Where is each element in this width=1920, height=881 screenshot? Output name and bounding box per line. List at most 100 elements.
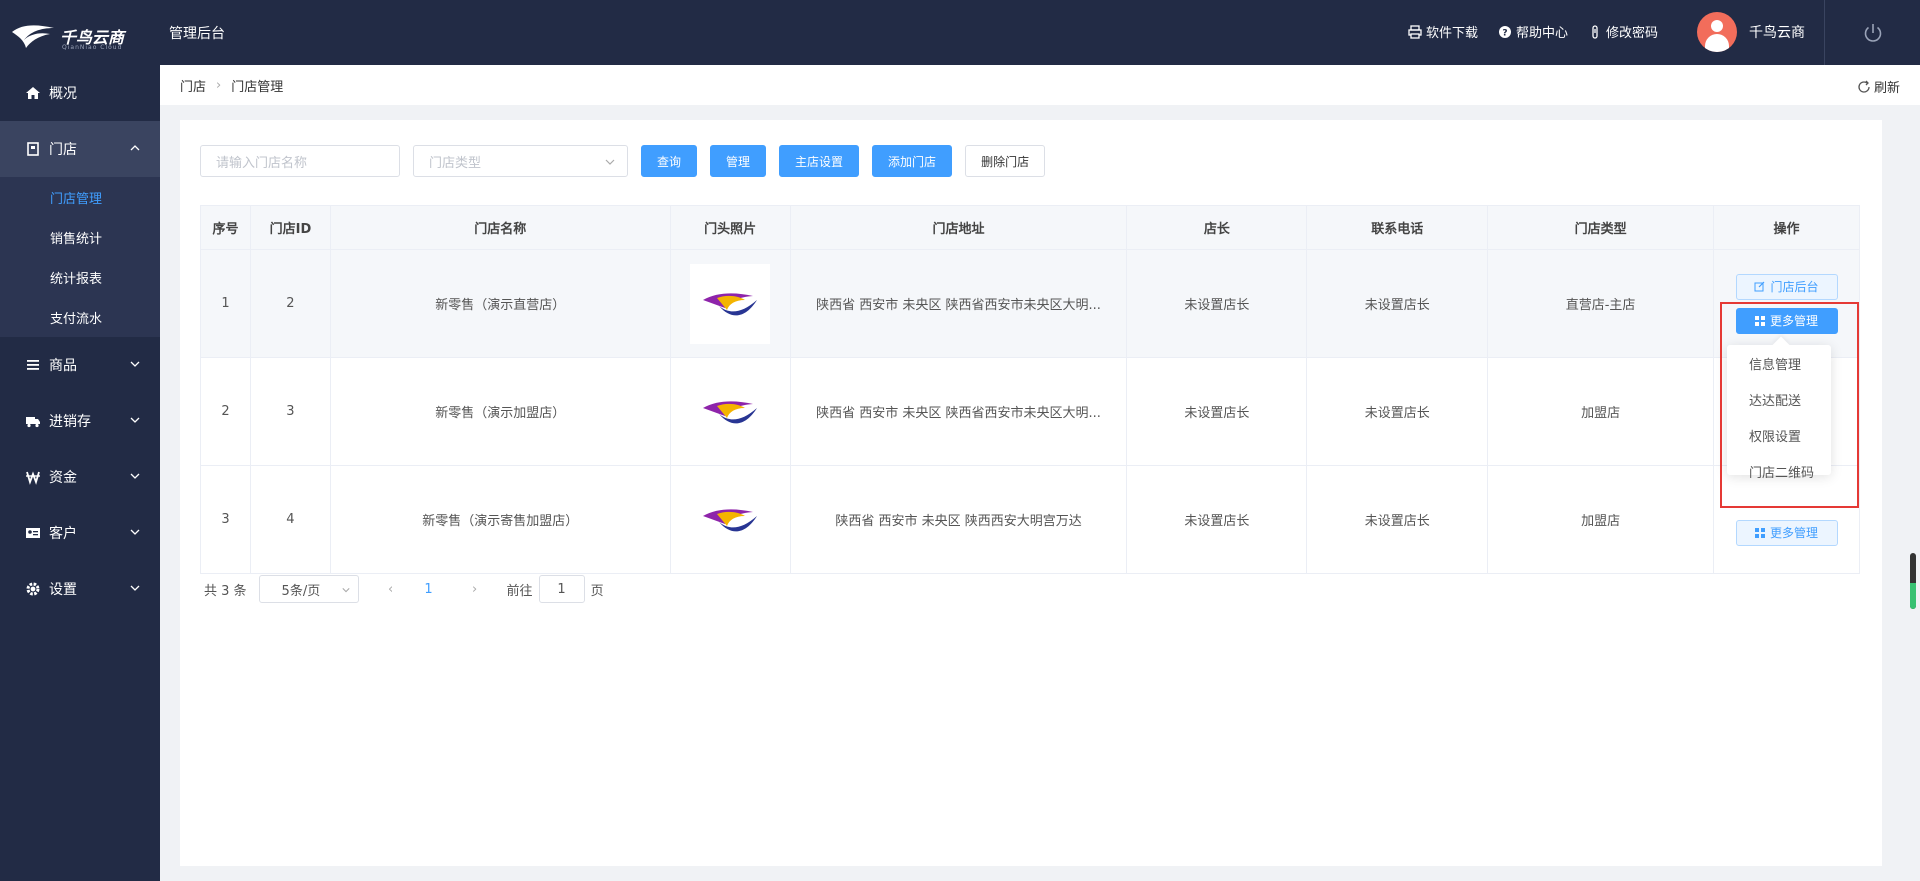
dropdown-item-store-qrcode[interactable]: 门店二维码 [1727,453,1831,489]
breadcrumb-separator-icon: › [216,77,222,93]
sidebar-item-overview[interactable]: 概况 [0,65,160,121]
cell-type: 直营店-主店 [1487,249,1714,358]
cell-type: 加盟店 [1487,465,1714,574]
table-row: 3 4 新零售（演示寄售加盟店） 陕西省 西安市 未央区 陕西西安大明宫万达 未… [200,465,1860,574]
chevron-down-icon [130,417,140,423]
store-type-placeholder: 门店类型 [429,155,482,171]
header-actions: 操作 [1713,205,1860,250]
software-download-label: 软件下载 [1425,26,1478,41]
sidebar-item-label: 客户 [49,526,77,542]
store-submenu: 门店管理 销售统计 统计报表 支付流水 [0,177,160,337]
store-backend-button[interactable]: 门店后台 [1735,273,1838,300]
bird-logo-image [703,508,758,531]
sidebar-item-goods[interactable]: 商品 [0,337,160,393]
cell-type: 加盟店 [1487,357,1714,466]
user-menu[interactable]: 千鸟云商 [1697,12,1805,52]
id-card-icon [25,525,41,541]
header-manager: 店长 [1126,205,1308,250]
header-address: 门店地址 [789,205,1128,250]
sidebar-item-settings[interactable]: 设置 [0,561,160,617]
sidebar-item-inventory[interactable]: 进销存 [0,393,160,449]
store-type-select[interactable]: 门店类型 [413,145,628,177]
cell-store-id: 3 [249,357,331,466]
sidebar-subitem-reports[interactable]: 统计报表 [0,257,160,297]
top-header: 千鸟云商 QianNiao Cloud 管理后台 软件下载 ? 帮助中心 修改密… [0,0,1920,65]
more-management-button[interactable]: 更多管理 [1735,519,1838,546]
sidebar-subitem-payment-flow[interactable]: 支付流水 [0,297,160,337]
top-links: 软件下载 ? 帮助中心 修改密码 [1408,22,1658,41]
chevron-down-icon [130,529,140,535]
header-phone: 联系电话 [1306,205,1489,250]
cell-index: 1 [200,249,251,358]
home-icon [25,85,41,101]
goto-page-input[interactable]: 1 [538,575,585,603]
header-photo: 门头照片 [669,205,791,250]
chevron-up-icon [130,145,140,151]
page-size-select[interactable]: 5条/页 [258,575,359,603]
help-center-link[interactable]: ? 帮助中心 [1498,22,1568,41]
store-photo[interactable] [690,371,771,452]
chevron-down-icon [130,585,140,591]
breadcrumb: 门店 › 门店管理 刷新 [160,65,1920,105]
software-download-link[interactable]: 软件下载 [1408,22,1478,41]
store-table: 序号 门店ID 门店名称 门头照片 门店地址 店长 联系电话 门店类型 操作 1… [200,205,1860,574]
cell-address: 陕西省 西安市 未央区 陕西西安大明宫万达 [789,465,1128,574]
key-icon [1592,24,1598,39]
bird-logo-image [703,292,758,315]
delete-store-button[interactable]: 删除门店 [965,145,1046,177]
cell-index: 2 [200,357,251,466]
store-photo[interactable] [690,479,771,560]
prev-page-icon[interactable]: ‹ [377,582,405,597]
table-header-row: 序号 门店ID 门店名称 门头照片 门店地址 店长 联系电话 门店类型 操作 [200,205,1860,250]
cell-photo [669,357,791,466]
logo-subtitle: QianNiao Cloud [62,44,123,51]
store-photo[interactable] [690,263,771,344]
cell-address: 陕西省 西安市 未央区 陕西省西安市未央区大明... [789,357,1128,466]
next-page-icon[interactable]: › [461,582,489,597]
goto-suffix: 页 [590,583,604,599]
dropdown-item-permissions[interactable]: 权限设置 [1727,417,1831,453]
header-type: 门店类型 [1487,205,1714,250]
cell-address: 陕西省 西安市 未央区 陕西省西安市未央区大明... [789,249,1128,358]
breadcrumb-current: 门店管理 [231,79,284,95]
add-store-button[interactable]: 添加门店 [872,145,953,177]
cell-phone: 未设置店长 [1306,465,1489,574]
store-name-input[interactable]: 请输入门店名称 [200,145,400,177]
sidebar-item-customers[interactable]: 客户 [0,505,160,561]
dropdown-item-info[interactable]: 信息管理 [1727,345,1831,381]
filter-bar: 请输入门店名称 门店类型 查询 管理 主店设置 添加门店 删除门店 [200,145,1046,177]
header-store-name: 门店名称 [329,205,671,250]
sidebar-item-label: 概况 [49,86,77,102]
logo[interactable]: 千鸟云商 QianNiao Cloud [10,18,130,52]
refresh-button[interactable]: 刷新 [1857,77,1900,96]
sidebar-item-label: 设置 [49,582,77,598]
sidebar-item-label: 商品 [49,358,77,374]
main-store-settings-button[interactable]: 主店设置 [779,145,860,177]
cell-manager: 未设置店长 [1126,465,1308,574]
currency-icon [25,469,41,485]
avatar [1697,12,1737,52]
power-icon [1864,23,1881,42]
more-management-button[interactable]: 更多管理 [1735,307,1838,334]
logout-button[interactable] [1824,0,1920,65]
admin-title: 管理后台 [169,26,225,42]
table-row: 2 3 新零售（演示加盟店） 陕西省 西安市 未央区 陕西省西安市未央区大明..… [200,357,1860,466]
manage-button[interactable]: 管理 [710,145,767,177]
main-panel: 请输入门店名称 门店类型 查询 管理 主店设置 添加门店 删除门店 序号 门店I… [180,120,1882,866]
chevron-down-icon [130,361,140,367]
change-password-link[interactable]: 修改密码 [1588,22,1658,41]
sidebar-subitem-store-management[interactable]: 门店管理 [0,177,160,217]
svg-text:?: ? [1502,28,1507,38]
sidebar-subitem-sales-stats[interactable]: 销售统计 [0,217,160,257]
sidebar-item-store[interactable]: 门店 [0,121,160,177]
sidebar-item-funds[interactable]: 资金 [0,449,160,505]
breadcrumb-root[interactable]: 门店 [180,76,206,95]
query-button[interactable]: 查询 [641,145,698,177]
cell-index: 3 [200,465,251,574]
dropdown-item-dada-delivery[interactable]: 达达配送 [1727,381,1831,417]
scrollbar[interactable] [1910,553,1916,609]
cell-store-id: 4 [249,465,331,574]
help-icon: ? [1498,25,1511,38]
page-number[interactable]: 1 [415,582,443,597]
sidebar: 概况 门店 门店管理 销售统计 统计报表 支付流水 商品 进销存 资金 客户 设… [0,65,160,881]
